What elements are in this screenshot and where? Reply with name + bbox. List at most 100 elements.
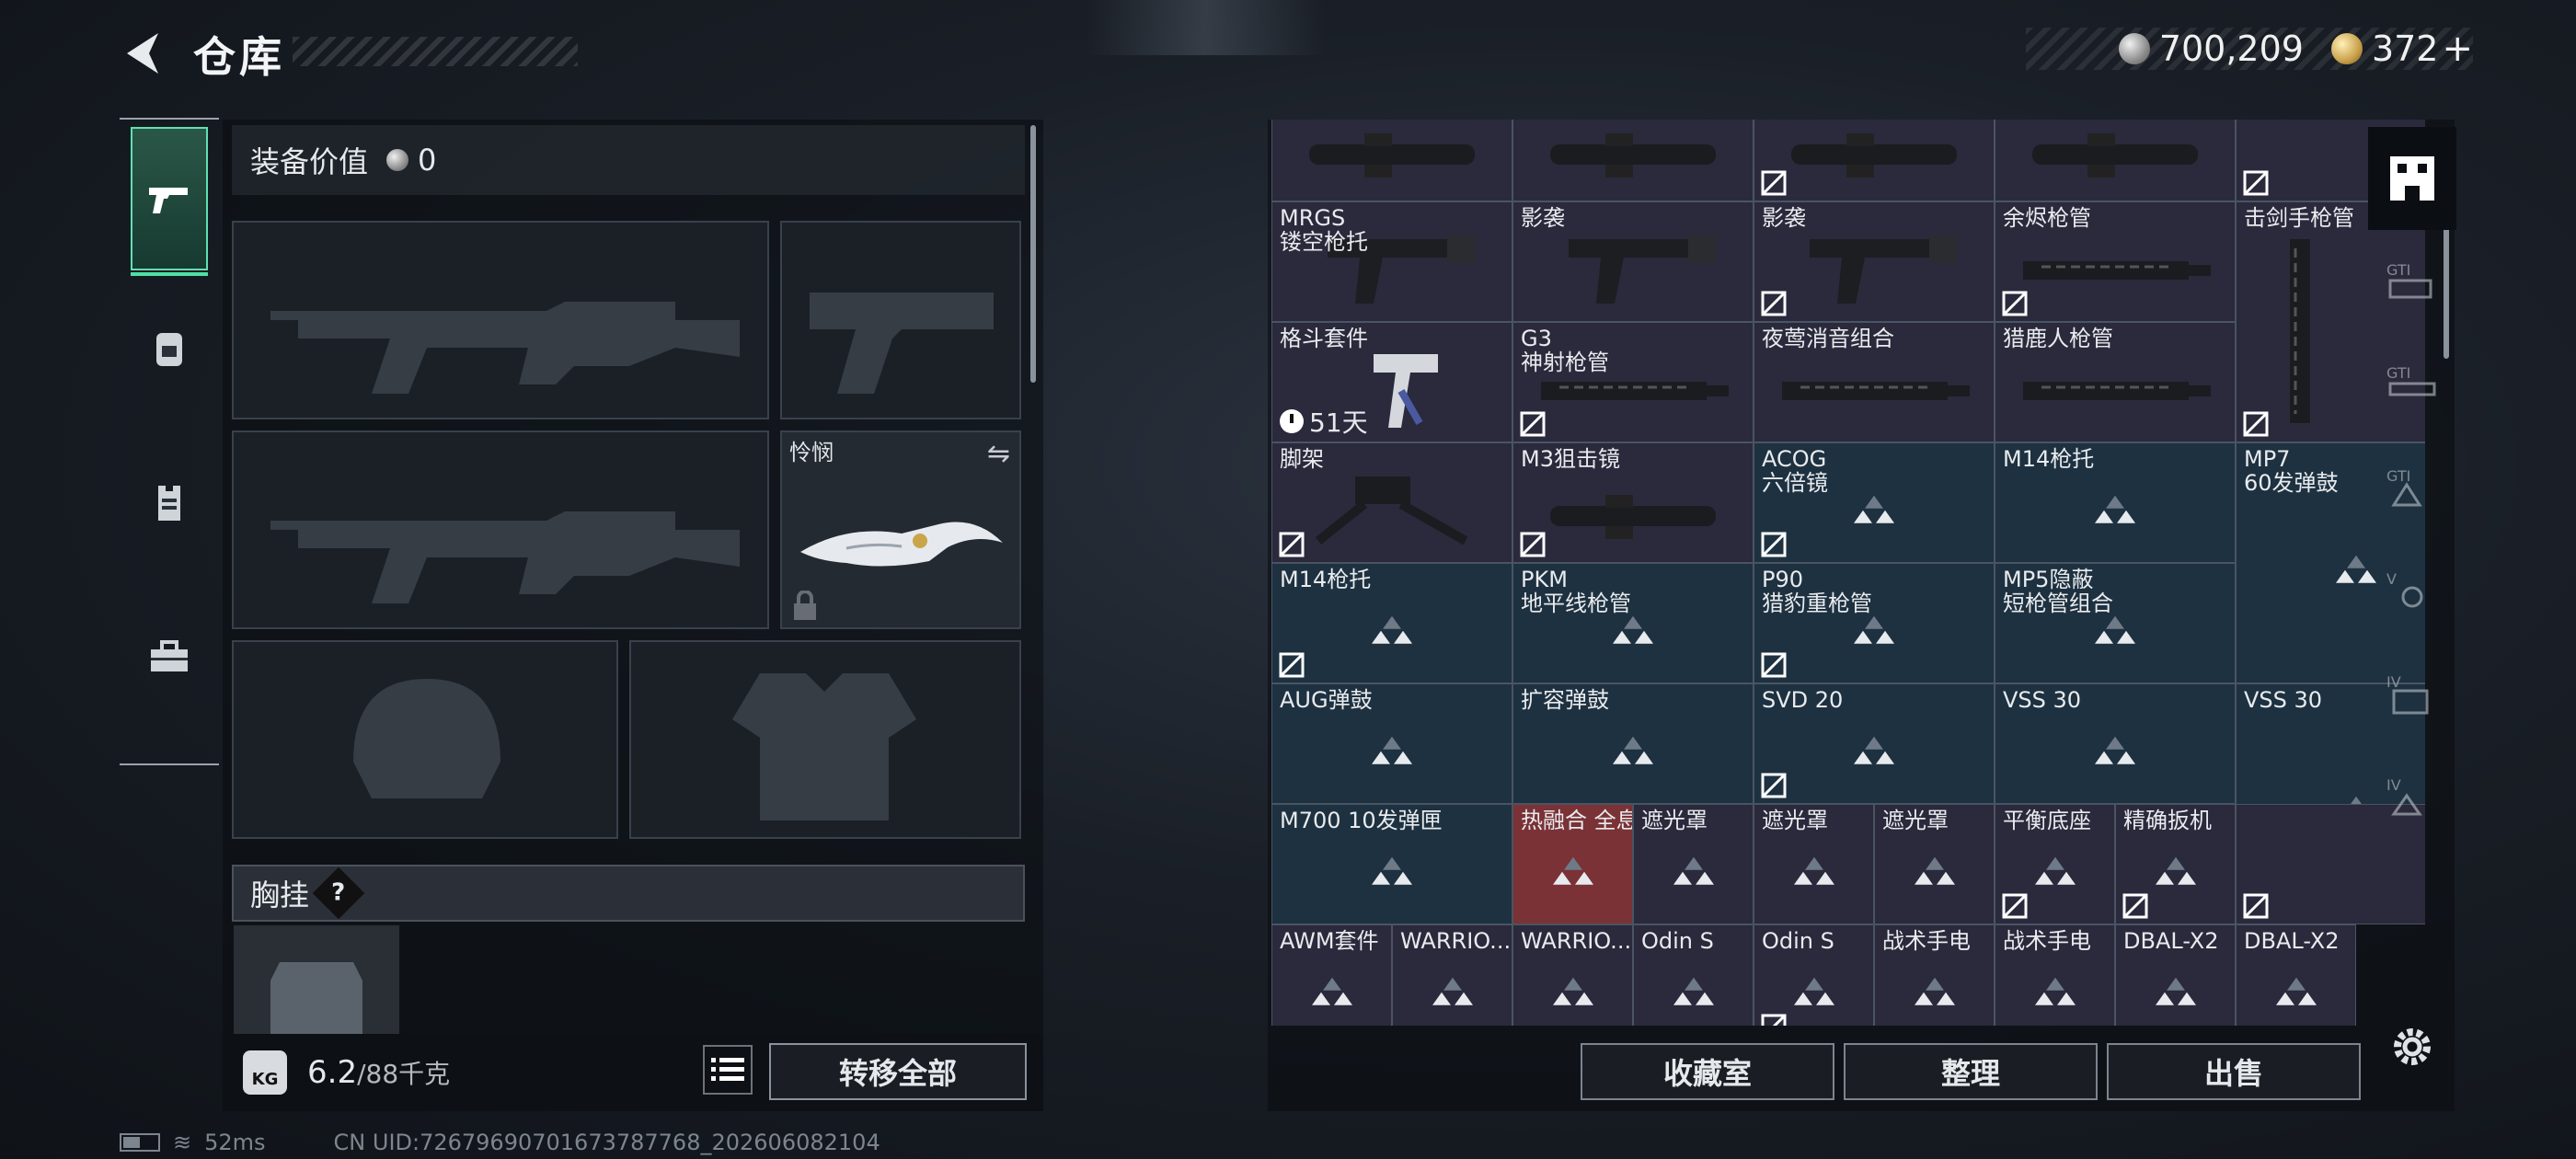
tab-backpack[interactable] <box>120 270 219 425</box>
transfer-all-button[interactable]: 转移全部 <box>769 1043 1027 1100</box>
inventory-item[interactable]: 脚架 <box>1271 442 1512 563</box>
tab-gti-2[interactable]: GTI <box>2368 333 2456 436</box>
inventory-item[interactable]: M14枪托 <box>1271 563 1512 683</box>
inventory-item[interactable]: SVD 20 <box>1754 683 1995 804</box>
add-currency-button[interactable]: + <box>2442 28 2473 70</box>
secondary-weapon-slot[interactable] <box>232 430 769 629</box>
rarity-triangles-icon <box>1854 495 1894 523</box>
rarity-triangles-icon <box>1613 615 1653 644</box>
inventory-item[interactable]: M14枪托 <box>1995 442 2236 563</box>
inventory-item[interactable]: 战术手电 <box>1874 924 1995 1026</box>
tab-weapons[interactable] <box>131 127 208 276</box>
no-trade-icon <box>1279 532 1305 557</box>
tab-iv-2[interactable]: IV <box>2368 745 2456 848</box>
inventory-item[interactable]: M700 10发弹匣 <box>1271 804 1512 924</box>
inventory-item[interactable] <box>1271 120 1512 201</box>
list-view-button[interactable] <box>703 1045 753 1095</box>
item-name: PKM <box>1521 567 1568 592</box>
swap-icon[interactable]: ⇋ <box>987 438 1010 470</box>
item-subname: 神射枪管 <box>1521 350 1609 375</box>
rarity-triangles-icon <box>1793 856 1834 885</box>
inventory-item[interactable]: 格斗套件 51天 <box>1271 322 1512 442</box>
help-button[interactable]: ? <box>312 866 365 920</box>
primary-weapon-slot[interactable] <box>232 221 769 419</box>
settings-gear-icon[interactable] <box>2388 1023 2436 1071</box>
tab-gti-3[interactable]: GTI <box>2368 436 2456 539</box>
storage-grid-icon <box>2390 156 2434 201</box>
item-name: 余烬枪管 <box>2003 205 2091 231</box>
silver-amount: 700,209 <box>2158 29 2304 69</box>
gold-amount: 372 <box>2371 29 2439 69</box>
item-name: DBAL-X2 <box>2244 928 2340 954</box>
inventory-item[interactable]: 余烬枪管 <box>1995 201 2236 322</box>
rarity-triangles-icon <box>2155 856 2196 885</box>
inventory-item[interactable]: 战术手电 <box>1995 924 2115 1026</box>
no-trade-icon <box>2002 893 2028 919</box>
inventory-item[interactable]: AWM套件 <box>1271 924 1392 1026</box>
inventory-item[interactable]: MRGS 镂空枪托 <box>1271 201 1512 322</box>
rarity-triangles-icon <box>1372 615 1412 644</box>
barrel-rail-icon <box>2023 382 2211 400</box>
inventory-item[interactable]: 影袭 <box>1754 201 1995 322</box>
inventory-item[interactable] <box>1995 120 2236 201</box>
tab-vest[interactable] <box>120 425 219 580</box>
inventory-item[interactable]: ACOG 六倍镜 <box>1754 442 1995 563</box>
inventory-item[interactable]: Odin S <box>1633 924 1754 1026</box>
item-name: P90 <box>1762 567 1804 592</box>
sell-button[interactable]: 出售 <box>2107 1043 2361 1100</box>
inventory-item[interactable]: DBAL-X2 <box>2115 924 2236 1026</box>
collection-room-button[interactable]: 收藏室 <box>1581 1043 1834 1100</box>
inventory-item[interactable]: M3狙击镜 <box>1512 442 1754 563</box>
inventory-item[interactable]: 遮光罩 <box>1874 804 1995 924</box>
inventory-item[interactable]: 夜莺消音组合 <box>1754 322 1995 442</box>
inventory-item[interactable]: VSS 30 <box>1995 683 2236 804</box>
tab-toolbox[interactable] <box>120 580 219 734</box>
inventory-item[interactable]: WARRIO... <box>1512 924 1633 1026</box>
no-trade-icon <box>1761 652 1787 678</box>
inventory-item[interactable] <box>1512 120 1754 201</box>
tab-v[interactable]: V <box>2368 539 2456 642</box>
equipment-scrollbar[interactable] <box>1030 125 1036 383</box>
inventory-item[interactable]: DBAL-X2 <box>2236 924 2356 1026</box>
inventory-item[interactable]: PKM 地平线枪管 <box>1512 563 1754 683</box>
attachment-iv-icon: IV <box>2386 776 2422 816</box>
inventory-item[interactable]: WARRIO... <box>1392 924 1512 1026</box>
melee-name: 怜悯 <box>789 440 834 465</box>
inventory-item[interactable]: 精确扳机 <box>2115 804 2236 924</box>
inventory-item[interactable]: Odin S <box>1754 924 1874 1026</box>
tab-all-items[interactable] <box>2368 127 2456 230</box>
no-trade-icon <box>1761 170 1787 196</box>
inventory-item[interactable]: 影袭 <box>1512 201 1754 322</box>
list-icon <box>711 1058 744 1081</box>
inventory-item[interactable]: P90 猎豹重枪管 <box>1754 563 1995 683</box>
inventory-item[interactable]: 猎鹿人枪管 <box>1995 322 2236 442</box>
tab-gti-1[interactable]: GTI <box>2368 230 2456 333</box>
inventory-item[interactable]: 扩容弹鼓 <box>1512 683 1754 804</box>
inventory-item[interactable]: 平衡底座 <box>1995 804 2115 924</box>
helmet-slot[interactable] <box>232 640 618 839</box>
organize-button[interactable]: 整理 <box>1844 1043 2098 1100</box>
inventory-item[interactable]: G3 神射枪管 <box>1512 322 1754 442</box>
barrel-rail-icon <box>1541 382 1729 400</box>
inventory-item[interactable]: 遮光罩 <box>1754 804 1874 924</box>
item-name: 影袭 <box>1521 205 1565 231</box>
no-trade-icon <box>2002 291 2028 316</box>
chest-rig-slot[interactable] <box>234 925 399 1036</box>
back-button[interactable] <box>118 28 169 79</box>
inventory-item[interactable]: AUG弹鼓 <box>1271 683 1512 804</box>
equipment-value-amount: 0 <box>418 143 437 178</box>
tab-iv-1[interactable]: IV <box>2368 642 2456 745</box>
pistol-slot[interactable] <box>780 221 1021 419</box>
body-armor-silhouette-icon <box>732 673 916 820</box>
inventory-panel: MRGS 镂空枪托 影袭 影袭 余烬枪管 击剑手枪管 格斗套件 51天 G3 神射枪管… <box>1268 120 2455 1111</box>
item-name: 扩容弹鼓 <box>1521 687 1609 713</box>
inventory-item[interactable] <box>1754 120 1995 201</box>
inventory-item[interactable]: 热融合 全息 <box>1512 804 1633 924</box>
inventory-item[interactable]: 遮光罩 <box>1633 804 1754 924</box>
helmet-silhouette-icon <box>353 679 500 798</box>
armor-slot[interactable] <box>629 640 1021 839</box>
item-name: DBAL-X2 <box>2123 928 2219 954</box>
melee-slot[interactable]: 怜悯 ⇋ <box>780 430 1021 629</box>
rarity-triangles-icon <box>1372 856 1412 885</box>
inventory-item[interactable]: MP5隐蔽 短枪管组合 <box>1995 563 2236 683</box>
